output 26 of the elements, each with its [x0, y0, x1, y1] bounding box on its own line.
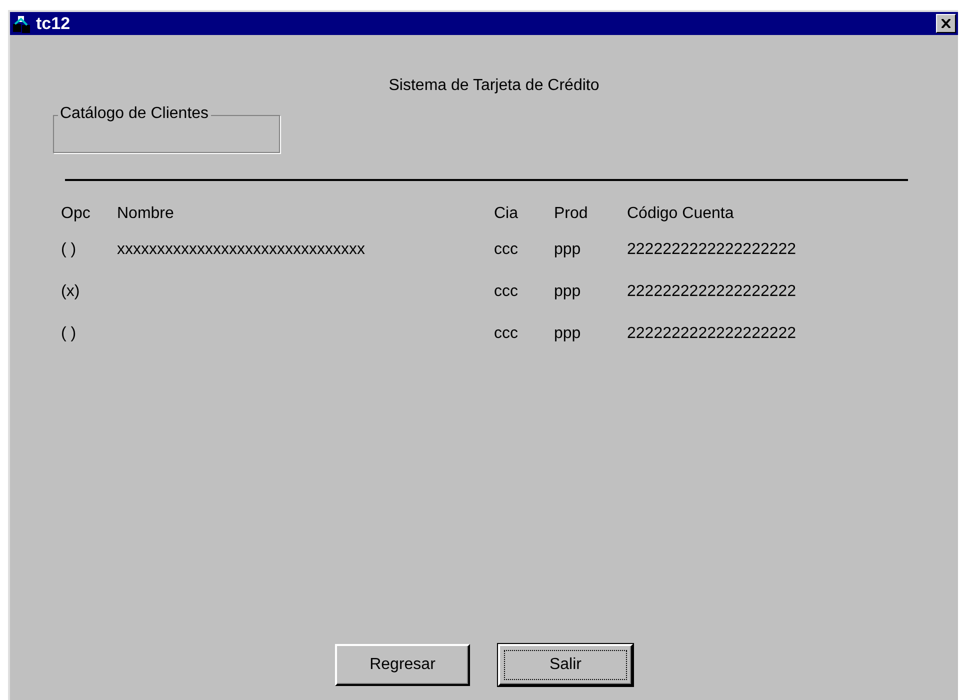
table-cell: ccc	[494, 283, 518, 300]
column-header: Nombre	[117, 205, 174, 222]
blocks-icon	[12, 14, 32, 34]
table-cell: ppp	[554, 283, 581, 300]
window-title: tc12	[36, 14, 70, 34]
table-cell: ccc	[494, 325, 518, 342]
back-button[interactable]: Regresar	[335, 644, 470, 686]
exit-button[interactable]: Salir	[498, 644, 633, 686]
table-cell: 2222222222222222222	[627, 325, 796, 342]
table-cell: 2222222222222222222	[627, 241, 796, 258]
close-button[interactable]	[936, 14, 956, 33]
app-heading: Sistema de Tarjeta de Crédito	[388, 77, 600, 95]
table-cell[interactable]: ( )	[61, 241, 76, 258]
table-cell: ppp	[554, 325, 581, 342]
column-header: Prod	[554, 205, 588, 222]
table-cell[interactable]: (x)	[61, 283, 80, 300]
table-cell: ppp	[554, 241, 581, 258]
table-cell: 2222222222222222222	[627, 283, 796, 300]
column-header: Código Cuenta	[627, 205, 734, 222]
table-cell[interactable]: ( )	[61, 325, 76, 342]
column-header: Cia	[494, 205, 518, 222]
group-label: Catálogo de Clientes	[58, 105, 211, 123]
table-cell: xxxxxxxxxxxxxxxxxxxxxxxxxxxxxxx	[117, 241, 365, 258]
close-icon	[941, 19, 951, 28]
column-header: Opc	[61, 205, 90, 222]
table-cell: ccc	[494, 241, 518, 258]
